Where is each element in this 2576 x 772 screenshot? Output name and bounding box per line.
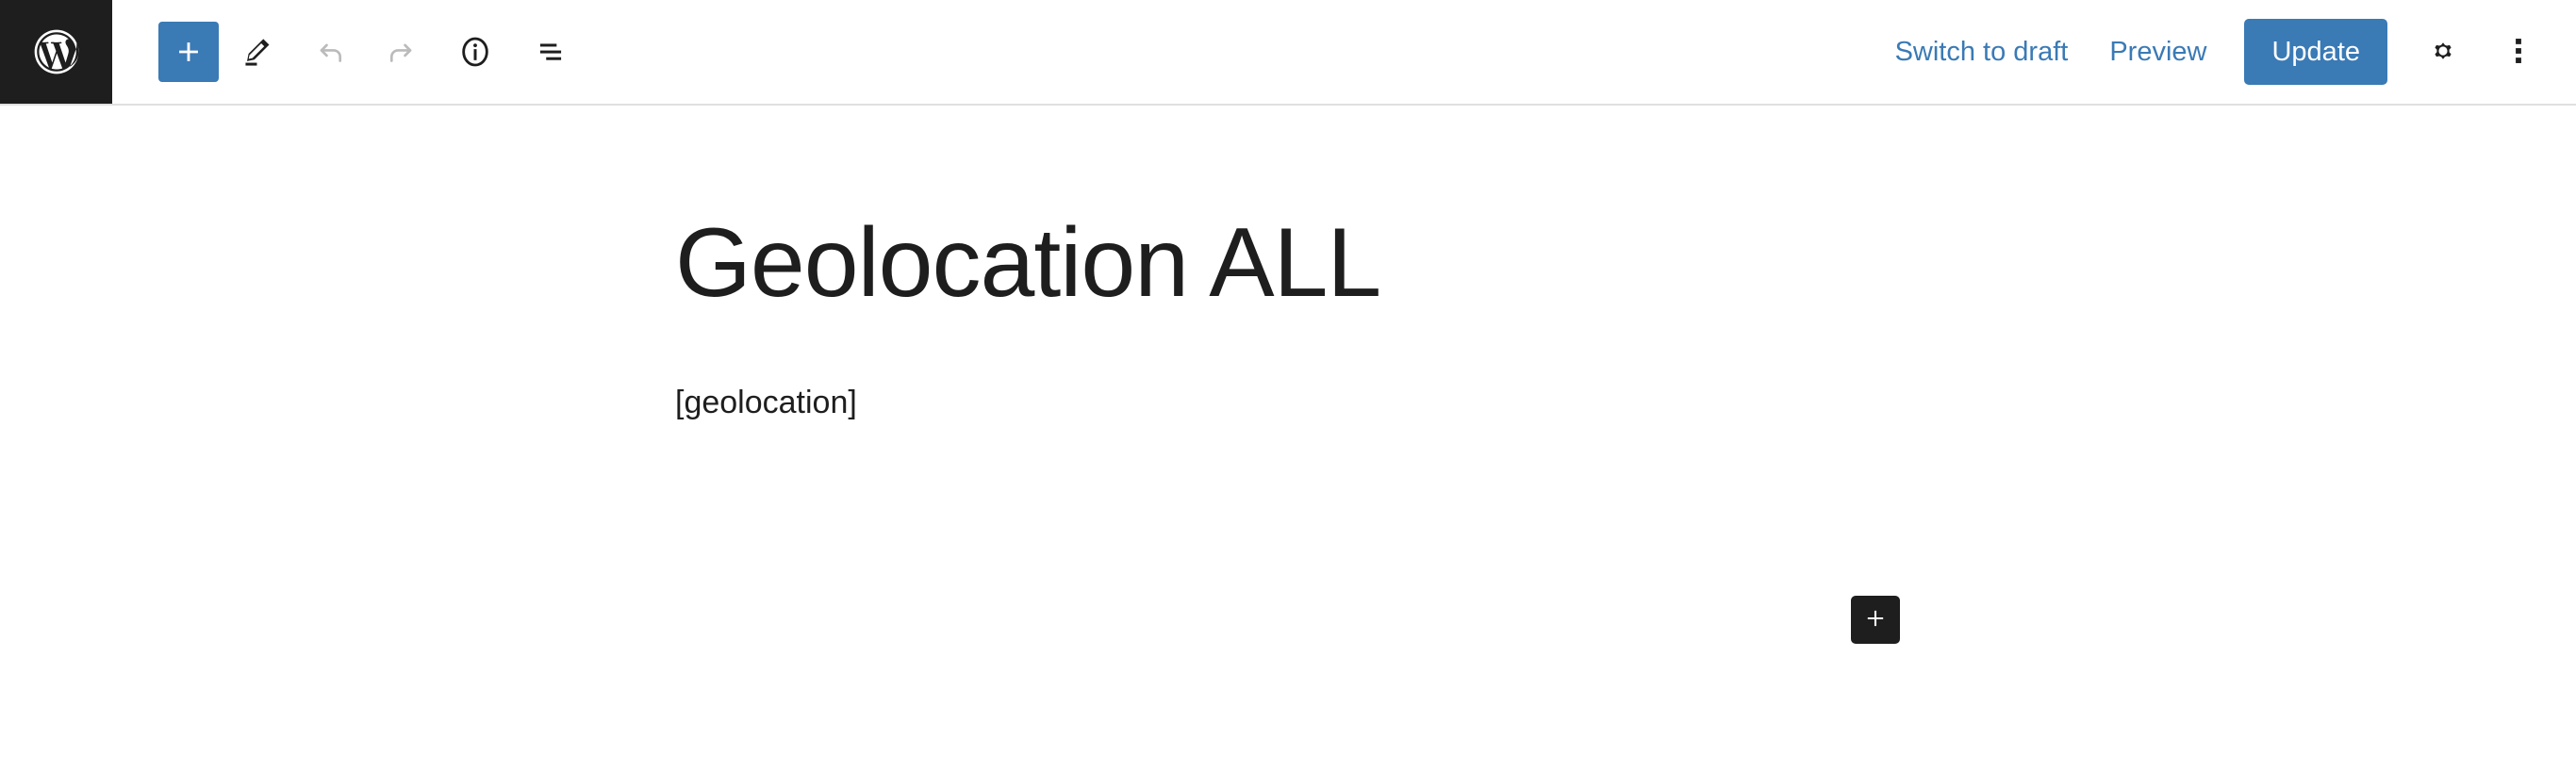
block-appender-button[interactable]	[1851, 596, 1900, 644]
details-button[interactable]	[445, 22, 505, 82]
toolbar-left-group	[112, 0, 581, 104]
undo-arrow-icon	[314, 34, 350, 70]
kebab-menu-icon	[2504, 33, 2533, 72]
settings-button[interactable]	[2414, 23, 2472, 81]
update-button[interactable]: Update	[2244, 19, 2387, 85]
wordpress-logo-button[interactable]	[0, 0, 112, 104]
redo-button[interactable]	[370, 22, 430, 82]
paragraph-block[interactable]: [geolocation]	[675, 379, 1901, 427]
preview-button[interactable]: Preview	[2089, 25, 2227, 79]
list-view-icon	[533, 34, 569, 70]
wordpress-logo-icon	[30, 25, 83, 78]
post-content-area: Geolocation ALL [geolocation]	[675, 106, 1901, 427]
gear-icon	[2425, 33, 2461, 72]
pencil-icon	[239, 34, 274, 70]
editor-canvas: Geolocation ALL [geolocation]	[0, 106, 2576, 772]
plus-icon	[173, 36, 205, 68]
switch-to-draft-button[interactable]: Switch to draft	[1874, 25, 2089, 79]
undo-button[interactable]	[302, 22, 362, 82]
add-block-inserter-button[interactable]	[158, 22, 219, 82]
tools-edit-button[interactable]	[226, 22, 287, 82]
toolbar-right-group: Switch to draft Preview Update	[1874, 0, 2576, 104]
post-title-field[interactable]: Geolocation ALL	[675, 207, 1901, 320]
plus-icon	[1862, 605, 1889, 634]
info-circle-icon	[456, 33, 494, 71]
options-menu-button[interactable]	[2489, 23, 2548, 81]
editor-header: Switch to draft Preview Update	[0, 0, 2576, 106]
redo-arrow-icon	[382, 34, 418, 70]
list-view-button[interactable]	[520, 22, 581, 82]
